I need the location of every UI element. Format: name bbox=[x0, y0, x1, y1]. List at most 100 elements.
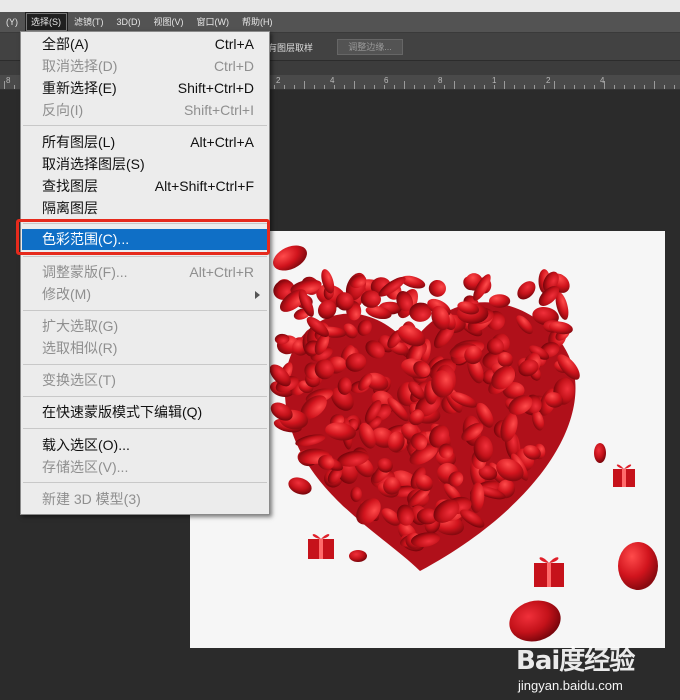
refine-edge-button[interactable]: 调整边缘... bbox=[337, 39, 403, 55]
rose-petal bbox=[438, 443, 454, 459]
menu-item-reselect[interactable]: 重新选择(E) Shift+Ctrl+D bbox=[22, 78, 268, 99]
ruler-tick bbox=[304, 81, 305, 89]
ruler-tick bbox=[344, 85, 345, 89]
menu-separator bbox=[23, 310, 267, 311]
menu-layer-partial[interactable]: (Y) bbox=[0, 12, 25, 32]
menu-item-all-layers[interactable]: 所有图层(L) Alt+Ctrl+A bbox=[22, 132, 268, 153]
ruler-tick bbox=[424, 85, 425, 89]
ruler-tick bbox=[354, 81, 355, 89]
ruler-tick bbox=[544, 85, 545, 89]
submenu-arrow-icon bbox=[255, 291, 260, 299]
menu-item-select-all[interactable]: 全部(A) Ctrl+A bbox=[22, 34, 268, 55]
ruler-label: 8 bbox=[6, 76, 11, 85]
watermark-logo: Bai度经验 bbox=[516, 646, 635, 676]
rose-petal bbox=[517, 281, 536, 300]
ruler-label: 6 bbox=[384, 76, 389, 85]
ruler-tick bbox=[14, 85, 15, 89]
menu-item-save-selection[interactable]: 存储选区(V)... bbox=[22, 457, 268, 478]
ruler-tick bbox=[514, 85, 515, 89]
select-menu-dropdown: 全部(A) Ctrl+A 取消选择(D) Ctrl+D 重新选择(E) Shift+C… bbox=[20, 31, 270, 515]
floating-petal bbox=[594, 443, 606, 463]
annotation-highlight-box bbox=[16, 219, 270, 255]
ruler-tick bbox=[644, 85, 645, 89]
menu-3d[interactable]: 3D(D) bbox=[111, 12, 148, 32]
ruler-tick bbox=[374, 85, 375, 89]
menu-separator bbox=[23, 364, 267, 365]
ruler-tick bbox=[564, 85, 565, 89]
ruler-tick bbox=[554, 81, 555, 89]
ruler-tick bbox=[294, 85, 295, 89]
menu-window[interactable]: 窗口(W) bbox=[191, 12, 237, 32]
ruler-tick bbox=[434, 85, 435, 89]
menubar: (Y) 选择(S) 滤镜(T) 3D(D) 视图(V) 窗口(W) 帮助(H) bbox=[0, 12, 680, 33]
ruler-tick bbox=[334, 85, 335, 89]
ruler-tick bbox=[414, 85, 415, 89]
ruler-tick bbox=[494, 85, 495, 89]
floating-petal bbox=[349, 550, 367, 562]
rose-petal bbox=[428, 279, 446, 297]
menu-help[interactable]: 帮助(H) bbox=[236, 12, 280, 32]
menu-separator bbox=[23, 396, 267, 397]
ruler-tick bbox=[664, 85, 665, 89]
menu-item-quick-mask[interactable]: 在快速蒙版模式下编辑(Q) bbox=[22, 402, 268, 423]
ruler-tick bbox=[674, 85, 675, 89]
gift-box-icon bbox=[613, 464, 635, 487]
menu-item-new-3d-model[interactable]: 新建 3D 模型(3) bbox=[22, 489, 268, 510]
menu-item-isolate-layers[interactable]: 隔离图层 bbox=[22, 198, 268, 219]
ruler-tick bbox=[474, 85, 475, 89]
ruler-label: 4 bbox=[330, 76, 335, 85]
watermark-url: jingyan.baidu.com bbox=[518, 678, 623, 693]
floating-petal bbox=[618, 542, 658, 590]
ruler-tick bbox=[404, 81, 405, 89]
ruler-tick bbox=[524, 85, 525, 89]
ruler-tick bbox=[4, 81, 5, 89]
ruler-label: 4 bbox=[600, 76, 605, 85]
menu-select[interactable]: 选择(S) bbox=[25, 12, 68, 32]
floating-petal bbox=[273, 245, 307, 271]
menu-view[interactable]: 视图(V) bbox=[148, 12, 191, 32]
menu-item-deselect[interactable]: 取消选择(D) Ctrl+D bbox=[22, 56, 268, 77]
ruler-label: 1 bbox=[492, 76, 497, 85]
menu-separator bbox=[23, 428, 267, 429]
ruler-tick bbox=[584, 85, 585, 89]
ruler-tick bbox=[534, 85, 535, 89]
menu-item-load-selection[interactable]: 载入选区(O)... bbox=[22, 435, 268, 456]
ruler-label: 8 bbox=[438, 76, 443, 85]
window-top-strip bbox=[0, 0, 680, 12]
menu-item-modify[interactable]: 修改(M) bbox=[22, 284, 268, 305]
ruler-tick bbox=[624, 85, 625, 89]
menu-separator bbox=[23, 256, 267, 257]
gift-box-icon bbox=[308, 534, 334, 559]
ruler-tick bbox=[314, 85, 315, 89]
ruler-tick bbox=[444, 85, 445, 89]
ruler-tick bbox=[634, 85, 635, 89]
ruler-tick bbox=[284, 85, 285, 89]
menu-item-deselect-layers[interactable]: 取消选择图层(S) bbox=[22, 154, 268, 175]
menu-filter[interactable]: 滤镜(T) bbox=[68, 12, 111, 32]
ruler-tick bbox=[654, 81, 655, 89]
ruler-tick bbox=[504, 81, 505, 89]
menu-separator bbox=[23, 482, 267, 483]
ruler-label: 2 bbox=[276, 76, 281, 85]
ruler-label: 2 bbox=[546, 76, 551, 85]
baidu-jingyan-watermark: Bai度经验 jingyan.baidu.com bbox=[516, 640, 635, 693]
ruler-tick bbox=[594, 85, 595, 89]
ruler-tick bbox=[364, 85, 365, 89]
ruler-tick bbox=[464, 85, 465, 89]
menu-item-similar[interactable]: 选取相似(R) bbox=[22, 338, 268, 359]
ruler-tick bbox=[394, 85, 395, 89]
menu-item-inverse[interactable]: 反向(I) Shift+Ctrl+I bbox=[22, 100, 268, 121]
ruler-tick bbox=[324, 85, 325, 89]
menu-item-transform-selection[interactable]: 变换选区(T) bbox=[22, 370, 268, 391]
sample-all-layers-label[interactable]: 有图层取样 bbox=[268, 41, 313, 54]
ruler-tick bbox=[574, 85, 575, 89]
menu-item-find-layers[interactable]: 查找图层 Alt+Shift+Ctrl+F bbox=[22, 176, 268, 197]
menu-item-refine-mask[interactable]: 调整蒙版(F)... Alt+Ctrl+R bbox=[22, 262, 268, 283]
menu-separator bbox=[23, 125, 267, 126]
gift-box-icon bbox=[534, 557, 564, 587]
rose-petal bbox=[489, 294, 511, 308]
menu-item-grow[interactable]: 扩大选取(G) bbox=[22, 316, 268, 337]
floating-petal bbox=[288, 477, 312, 495]
ruler-tick bbox=[274, 85, 275, 89]
rose-petal bbox=[314, 359, 335, 380]
